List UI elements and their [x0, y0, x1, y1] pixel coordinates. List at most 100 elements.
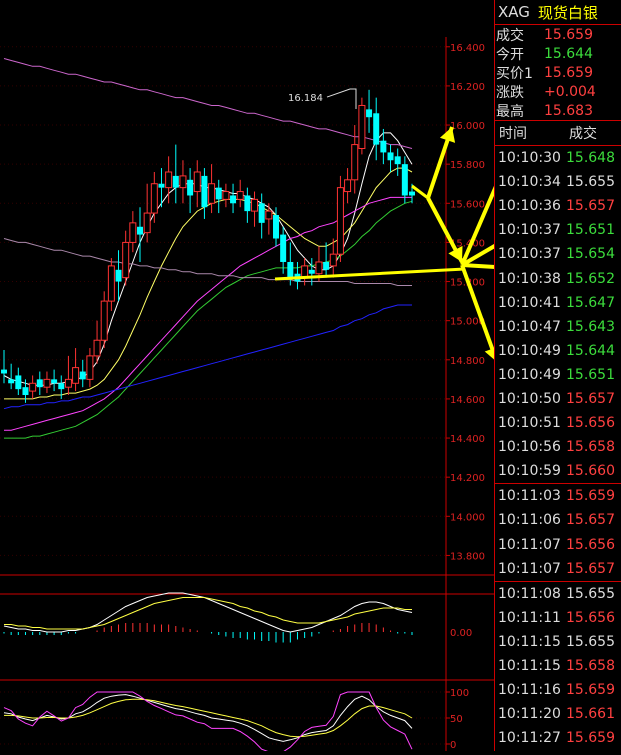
candle-body: [187, 179, 194, 196]
y-tick-label: 16.000: [450, 121, 485, 132]
tick-price: 15.647: [566, 294, 615, 311]
tick-row[interactable]: 10:11:11 15.656: [495, 606, 621, 630]
tick-list[interactable]: 10:10:30 15.648 10:10:34 15.655 10:10:36 15.6…: [495, 146, 621, 750]
quote-label: 今开: [496, 46, 524, 63]
tick-time: 10:10:47: [498, 318, 561, 335]
tick-time: 10:11:11: [498, 609, 561, 626]
quote-row: 最高 15.683: [495, 101, 621, 120]
tick-price: 15.661: [566, 706, 615, 723]
candle-body: [258, 203, 265, 223]
candle-body: [79, 371, 86, 380]
candle-body: [93, 339, 101, 357]
tick-row[interactable]: 10:10:49 15.651: [495, 363, 621, 387]
ticks-header: 时间 成交: [495, 120, 621, 146]
tick-row[interactable]: 10:10:34 15.655: [495, 170, 621, 194]
candle-body: [122, 241, 130, 279]
candle-body: [336, 187, 344, 255]
tick-time: 10:11:07: [498, 560, 561, 577]
y-tick-label: 14.000: [450, 512, 485, 523]
tick-row[interactable]: 10:10:47 15.643: [495, 315, 621, 339]
tick-row[interactable]: 10:10:49 15.644: [495, 339, 621, 363]
macd-dea-line: [4, 597, 412, 630]
candle-body: [387, 152, 394, 161]
ticks-header-price: 成交: [569, 126, 597, 142]
tick-row[interactable]: 10:10:30 15.648: [495, 146, 621, 170]
candle-body: [158, 183, 165, 188]
candle-body: [165, 171, 173, 189]
tick-price: 15.655: [566, 174, 615, 191]
y-tick-label: 15.600: [450, 199, 485, 210]
tick-price: 15.644: [566, 342, 615, 359]
tick-price: 15.659: [566, 488, 615, 505]
quote-panel: XAG 现货白银 成交 15.659 今开 15.644 买价1 15.659 涨跌 +0.0…: [494, 0, 621, 751]
tick-row[interactable]: 10:10:37 15.651: [495, 218, 621, 242]
candle-body: [100, 300, 108, 341]
tick-row[interactable]: 10:10:56 15.658: [495, 435, 621, 459]
tick-row[interactable]: 10:11:03 15.659: [495, 484, 621, 508]
candle-body: [8, 379, 15, 384]
candle-body: [72, 367, 80, 384]
tick-price: 15.655: [566, 633, 615, 650]
tick-time: 10:10:50: [498, 390, 561, 407]
candle-body: [51, 379, 58, 384]
candle-body: [236, 191, 244, 200]
candle-body: [308, 269, 315, 274]
quote-label: 买价1: [496, 65, 533, 82]
y-tick-label: 14.600: [450, 395, 485, 406]
tick-row[interactable]: 10:11:07 15.657: [495, 557, 621, 581]
candle-body: [22, 387, 29, 396]
symbol-header: XAG 现货白银: [495, 0, 621, 25]
chart-area: 16.40016.20016.00015.80015.60015.40015.2…: [0, 0, 584, 753]
candle-body: [265, 210, 273, 220]
kdj-tick-label: 50: [450, 714, 463, 725]
chart-svg: 16.40016.20016.00015.80015.60015.40015.2…: [0, 37, 584, 753]
tick-row[interactable]: 10:11:08 15.655: [495, 582, 621, 606]
tick-row[interactable]: 10:10:41 15.647: [495, 291, 621, 315]
tick-time: 10:11:27: [498, 730, 561, 747]
tick-row[interactable]: 10:10:38 15.652: [495, 266, 621, 290]
candle-body: [1, 369, 7, 374]
tick-time: 10:10:37: [498, 246, 561, 263]
tick-row[interactable]: 10:11:06 15.657: [495, 508, 621, 532]
tick-time: 10:10:30: [498, 150, 561, 167]
quote-summary: 成交 15.659 今开 15.644 买价1 15.659 涨跌 +0.004 最高 15.68…: [495, 25, 621, 120]
tick-row[interactable]: 10:11:27 15.659: [495, 726, 621, 750]
tick-row[interactable]: 10:11:15 15.655: [495, 630, 621, 654]
quote-value: 15.659: [544, 64, 593, 81]
tick-row[interactable]: 10:11:16 15.659: [495, 678, 621, 702]
tick-time: 10:11:03: [498, 488, 561, 505]
candle-body: [215, 187, 222, 200]
tick-row[interactable]: 10:10:51 15.656: [495, 411, 621, 435]
kdj-j-line: [3, 691, 413, 753]
candle-body: [323, 261, 330, 270]
candle-body: [401, 164, 408, 196]
ticks-header-time: 时间: [499, 126, 527, 142]
tick-row[interactable]: 10:10:50 15.657: [495, 387, 621, 411]
tick-price: 15.651: [566, 366, 615, 383]
tick-row[interactable]: 10:11:15 15.658: [495, 654, 621, 678]
tick-time: 10:10:51: [498, 415, 561, 432]
tick-price: 15.659: [566, 730, 615, 747]
y-tick-label: 14.800: [450, 356, 485, 367]
tick-price: 15.657: [566, 512, 615, 529]
tick-price: 15.652: [566, 270, 615, 287]
candle-body: [287, 261, 294, 278]
tick-time: 10:11:08: [498, 585, 561, 602]
tick-price: 15.657: [566, 560, 615, 577]
candle-body: [58, 383, 65, 390]
tick-row[interactable]: 10:10:59 15.660: [495, 459, 621, 483]
tick-time: 10:10:49: [498, 342, 561, 359]
tick-time: 10:10:56: [498, 439, 561, 456]
tick-price: 15.658: [566, 658, 615, 675]
quote-value: 15.683: [544, 102, 593, 119]
y-tick-label: 14.400: [450, 434, 485, 445]
tick-row[interactable]: 10:11:07 15.656: [495, 533, 621, 557]
tick-row[interactable]: 10:10:36 15.657: [495, 194, 621, 218]
candle-body: [373, 113, 380, 145]
ma-line: [4, 196, 412, 431]
tick-row[interactable]: 10:10:37 15.654: [495, 242, 621, 266]
tick-row[interactable]: 10:11:20 15.661: [495, 702, 621, 726]
ma-line: [3, 238, 412, 286]
tick-price: 15.643: [566, 318, 615, 335]
symbol-code: XAG: [498, 3, 530, 21]
